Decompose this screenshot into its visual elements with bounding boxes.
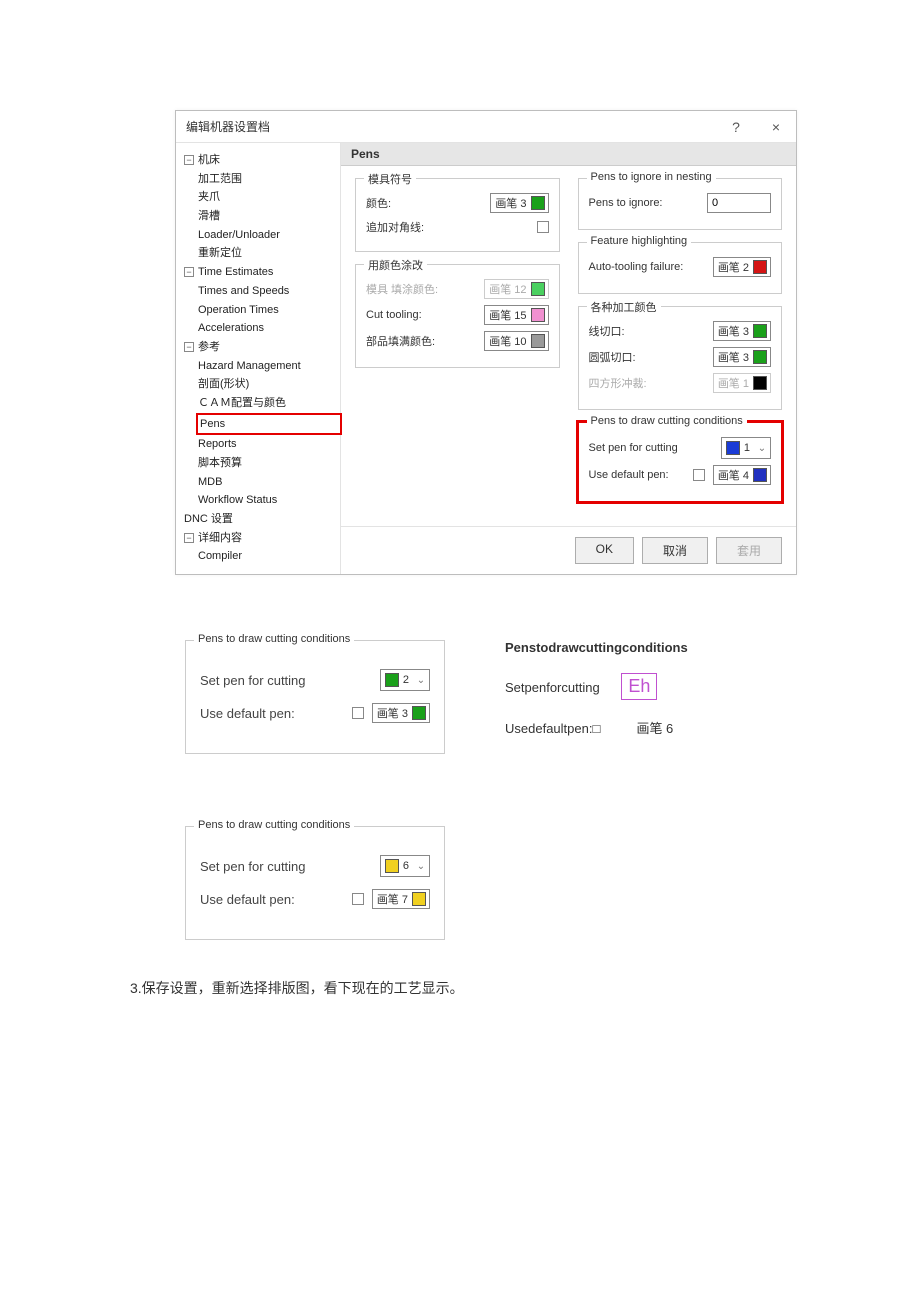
snip-a-default-pen[interactable]: 画笔 3 xyxy=(372,703,430,723)
snip-c-default-pen[interactable]: 画笔 7 xyxy=(372,889,430,909)
tree-node[interactable]: Reports xyxy=(198,435,340,454)
button-bar: OK 取消 套用 xyxy=(341,526,796,574)
dialog-title: 编辑机器设置档 xyxy=(186,118,716,135)
snippet-a: Pens to draw cutting conditions Set pen … xyxy=(185,640,445,766)
tree-node[interactable]: Accelerations xyxy=(198,319,340,338)
apply-button: 套用 xyxy=(716,537,782,564)
group-cutting-conditions: Pens to draw cutting conditions Set pen … xyxy=(578,422,783,502)
pen-combo-arc[interactable]: 画笔 3 xyxy=(713,347,771,367)
tree-node-time[interactable]: −Time Estimates Times and Speeds Operati… xyxy=(184,263,340,338)
snip-c-checkbox[interactable] xyxy=(352,893,364,905)
group-feature-highlight: Feature highlighting Auto-tooling failur… xyxy=(578,242,783,294)
nav-tree: −机床 加工范围 夹爪 滑槽 Loader/Unloader 重新定位 −Tim… xyxy=(176,143,341,574)
machine-settings-dialog: 编辑机器设置档 ? × −机床 加工范围 夹爪 滑槽 Loader/Unload… xyxy=(175,110,797,575)
tree-node[interactable]: 剖面(形状) xyxy=(198,375,340,394)
tree-node[interactable]: Times and Speeds xyxy=(198,282,340,301)
tree-node[interactable]: 夹爪 xyxy=(198,188,340,207)
help-button[interactable]: ? xyxy=(716,111,756,143)
tree-node[interactable]: Loader/Unloader xyxy=(198,226,340,245)
panel-header: Pens xyxy=(341,143,796,166)
pen-combo-square: 画笔 1 xyxy=(713,373,771,393)
pen-combo-cut[interactable]: 画笔 15 xyxy=(484,305,548,325)
chevron-down-icon: ⌄ xyxy=(413,856,429,876)
snip-b-eh-box: Eh xyxy=(621,673,657,700)
tree-node[interactable]: 脚本预算 xyxy=(198,454,340,473)
tree-node[interactable]: MDB xyxy=(198,473,340,492)
close-button[interactable]: × xyxy=(756,111,796,143)
pen-combo-part[interactable]: 画笔 10 xyxy=(484,331,548,351)
group-tool-symbol: 模具符号 颜色: 画笔 3 追加对角线: xyxy=(355,178,560,252)
diagonal-checkbox[interactable] xyxy=(537,221,549,233)
snip-a-set-pen[interactable]: 2 ⌄ xyxy=(380,669,430,691)
tree-node-detail[interactable]: −详细内容 Compiler xyxy=(184,529,340,566)
tree-node-pens[interactable]: Pens xyxy=(196,413,342,436)
tree-node[interactable]: Operation Times xyxy=(198,301,340,320)
tree-node[interactable]: 滑槽 xyxy=(198,207,340,226)
tree-node-machine[interactable]: −机床 加工范围 夹爪 滑槽 Loader/Unloader 重新定位 xyxy=(184,151,340,263)
tree-node-ref[interactable]: −参考 Hazard Management 剖面(形状) ＣＡＭ配置与颜色 Pe… xyxy=(184,338,340,510)
pen-combo-line[interactable]: 画笔 3 xyxy=(713,321,771,341)
tree-node[interactable]: ＣＡＭ配置与颜色 xyxy=(198,394,340,413)
group-color-modify: 用颜色涂改 模具 填涂颜色: 画笔 12 Cut tooling: 画笔 15 … xyxy=(355,264,560,368)
ok-button[interactable]: OK xyxy=(575,537,634,564)
cancel-button[interactable]: 取消 xyxy=(642,537,708,564)
group-ignore-nesting: Pens to ignore in nesting Pens to ignore… xyxy=(578,178,783,230)
snippet-b: Penstodrawcuttingconditions Setpenforcut… xyxy=(505,640,765,766)
group-machining-colors: 各种加工颜色 线切口: 画笔 3 圆弧切口: 画笔 3 四方形冲裁: xyxy=(578,306,783,410)
minus-icon[interactable]: − xyxy=(184,342,194,352)
tree-node-dnc[interactable]: DNC 设置 xyxy=(184,510,340,529)
snip-c-set-pen[interactable]: 6 ⌄ xyxy=(380,855,430,877)
pen-combo-default[interactable]: 画笔 4 xyxy=(713,465,771,485)
pens-panel: Pens 模具符号 颜色: 画笔 3 追加对角线: xyxy=(341,143,796,574)
tree-node[interactable]: Compiler xyxy=(198,547,340,566)
chevron-down-icon: ⌄ xyxy=(754,438,770,458)
snippet-c: Pens to draw cutting conditions Set pen … xyxy=(185,826,445,952)
set-pen-dropdown[interactable]: 1 ⌄ xyxy=(721,437,771,459)
tree-node[interactable]: Hazard Management xyxy=(198,357,340,376)
default-pen-checkbox[interactable] xyxy=(693,469,705,481)
minus-icon[interactable]: − xyxy=(184,267,194,277)
minus-icon[interactable]: − xyxy=(184,155,194,165)
snip-a-checkbox[interactable] xyxy=(352,707,364,719)
titlebar: 编辑机器设置档 ? × xyxy=(176,111,796,143)
tree-node[interactable]: Workflow Status xyxy=(198,491,340,510)
pens-ignore-input[interactable] xyxy=(707,193,771,213)
pen-combo-autofail[interactable]: 画笔 2 xyxy=(713,257,771,277)
pen-combo-color[interactable]: 画笔 3 xyxy=(490,193,548,213)
step-3-text: 3.保存设置，重新选择排版图，看下现在的工艺显示。 xyxy=(130,978,464,998)
pen-combo-fill: 画笔 12 xyxy=(484,279,548,299)
minus-icon[interactable]: − xyxy=(184,533,194,543)
tree-node[interactable]: 重新定位 xyxy=(198,244,340,263)
tree-node[interactable]: 加工范围 xyxy=(198,170,340,189)
chevron-down-icon: ⌄ xyxy=(413,670,429,690)
